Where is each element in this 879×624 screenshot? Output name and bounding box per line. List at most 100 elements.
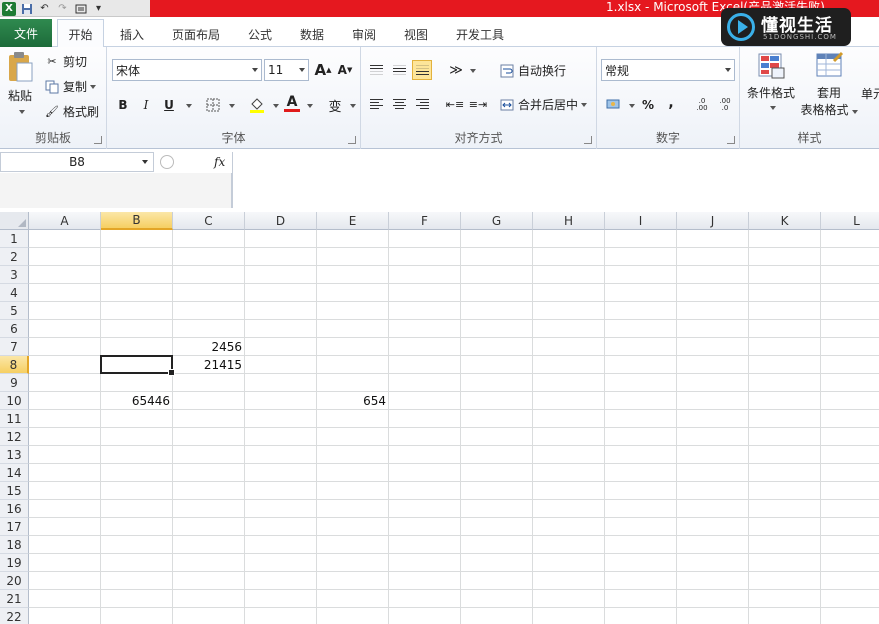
row-header-16[interactable]: 16 xyxy=(0,500,29,518)
row-header-10[interactable]: 10 xyxy=(0,392,29,410)
underline-dropdown-icon[interactable] xyxy=(186,104,192,108)
tab-formulas[interactable]: 公式 xyxy=(238,21,282,47)
font-name-combo[interactable]: 宋体 xyxy=(112,59,262,81)
orientation-dropdown-icon[interactable] xyxy=(470,69,476,73)
row-header-6[interactable]: 6 xyxy=(0,320,29,338)
column-header-d[interactable]: D xyxy=(245,212,317,230)
formula-handle-icon[interactable] xyxy=(160,155,174,169)
column-header-j[interactable]: J xyxy=(677,212,749,230)
number-launcher-icon[interactable] xyxy=(727,136,735,144)
phonetic-button[interactable]: 变 xyxy=(322,95,348,115)
row-header-7[interactable]: 7 xyxy=(0,338,29,356)
number-format-combo[interactable]: 常规 xyxy=(601,59,735,81)
decrease-indent-button[interactable]: ⇤≡ xyxy=(445,94,465,114)
row-header-12[interactable]: 12 xyxy=(0,428,29,446)
tab-insert[interactable]: 插入 xyxy=(110,21,154,47)
column-header-b[interactable]: B xyxy=(101,212,173,230)
comma-button[interactable]: , xyxy=(661,93,681,113)
grow-font-button[interactable]: A ▲ xyxy=(313,60,333,80)
orientation-button[interactable]: ≫ xyxy=(446,60,466,80)
cell-c8[interactable]: 21415 xyxy=(173,356,245,374)
format-as-table-button[interactable]: 套用 表格格式 xyxy=(798,51,860,118)
name-box[interactable]: B8 xyxy=(0,152,154,172)
row-header-4[interactable]: 4 xyxy=(0,284,29,302)
cut-button[interactable]: ✂ 剪切 xyxy=(44,53,87,70)
tab-view[interactable]: 视图 xyxy=(394,21,438,47)
bold-button[interactable]: B xyxy=(113,95,133,115)
conditional-formatting-button[interactable]: 条件格式 xyxy=(745,51,797,110)
increase-indent-button[interactable]: ≡⇥ xyxy=(468,94,488,114)
select-all-corner[interactable] xyxy=(0,212,29,230)
accounting-format-button[interactable] xyxy=(604,95,624,115)
print-preview-icon[interactable] xyxy=(73,2,88,16)
formula-input[interactable] xyxy=(232,152,879,208)
row-header-17[interactable]: 17 xyxy=(0,518,29,536)
tab-review[interactable]: 审阅 xyxy=(342,21,386,47)
column-header-c[interactable]: C xyxy=(173,212,245,230)
align-center-button[interactable] xyxy=(389,94,409,114)
row-header-8[interactable]: 8 xyxy=(0,356,29,374)
cell-b10[interactable]: 65446 xyxy=(101,392,173,410)
column-header-i[interactable]: I xyxy=(605,212,677,230)
column-header-e[interactable]: E xyxy=(317,212,389,230)
wrap-text-button[interactable]: 自动换行 xyxy=(499,62,566,79)
tab-data[interactable]: 数据 xyxy=(290,21,334,47)
underline-button[interactable]: U xyxy=(159,95,179,115)
fill-color-button[interactable] xyxy=(247,95,267,115)
font-size-combo[interactable]: 11 xyxy=(264,59,309,81)
accounting-dropdown-icon[interactable] xyxy=(629,104,635,108)
column-header-l[interactable]: L xyxy=(821,212,879,230)
format-painter-button[interactable]: 🖌 格式刷 xyxy=(44,103,99,120)
row-header-3[interactable]: 3 xyxy=(0,266,29,284)
row-header-2[interactable]: 2 xyxy=(0,248,29,266)
column-header-f[interactable]: F xyxy=(389,212,461,230)
column-header-h[interactable]: H xyxy=(533,212,605,230)
decrease-decimal-button[interactable]: .00 .0 xyxy=(714,95,736,115)
row-header-14[interactable]: 14 xyxy=(0,464,29,482)
row-header-21[interactable]: 21 xyxy=(0,590,29,608)
tab-developer[interactable]: 开发工具 xyxy=(448,21,512,47)
align-bottom-button[interactable] xyxy=(412,60,432,80)
align-right-button[interactable] xyxy=(412,94,432,114)
row-header-1[interactable]: 1 xyxy=(0,230,29,248)
merge-center-button[interactable]: 合并后居中 xyxy=(499,96,588,113)
font-launcher-icon[interactable] xyxy=(348,136,356,144)
shrink-font-button[interactable]: A ▼ xyxy=(335,60,355,80)
redo-icon[interactable]: ↷ xyxy=(55,2,70,16)
row-header-20[interactable]: 20 xyxy=(0,572,29,590)
customize-qat-icon[interactable]: ▾ xyxy=(91,2,106,16)
paste-button[interactable]: 粘贴 xyxy=(4,51,36,114)
font-color-dropdown-icon[interactable] xyxy=(307,104,313,108)
alignment-launcher-icon[interactable] xyxy=(584,136,592,144)
borders-button[interactable] xyxy=(203,95,223,115)
row-header-22[interactable]: 22 xyxy=(0,608,29,624)
increase-decimal-button[interactable]: .0 .00 xyxy=(691,95,713,115)
row-header-13[interactable]: 13 xyxy=(0,446,29,464)
tab-home[interactable]: 开始 xyxy=(57,19,104,48)
row-header-15[interactable]: 15 xyxy=(0,482,29,500)
align-top-button[interactable] xyxy=(366,60,386,80)
borders-dropdown-icon[interactable] xyxy=(229,104,235,108)
active-cell-cursor[interactable] xyxy=(100,355,175,376)
copy-button[interactable]: 复制 xyxy=(44,78,97,95)
align-middle-button[interactable] xyxy=(389,60,409,80)
save-icon[interactable] xyxy=(19,2,34,16)
row-header-11[interactable]: 11 xyxy=(0,410,29,428)
phonetic-dropdown-icon[interactable] xyxy=(350,104,356,108)
tab-file[interactable]: 文件 xyxy=(0,19,52,47)
cell-c7[interactable]: 2456 xyxy=(173,338,245,356)
tab-page-layout[interactable]: 页面布局 xyxy=(165,21,227,47)
row-header-9[interactable]: 9 xyxy=(0,374,29,392)
cell-styles-button[interactable]: 单元 xyxy=(861,85,879,102)
align-left-button[interactable] xyxy=(366,94,386,114)
column-header-a[interactable]: A xyxy=(29,212,101,230)
italic-button[interactable]: I xyxy=(136,95,156,115)
cell-e10[interactable]: 654 xyxy=(317,392,389,410)
column-header-k[interactable]: K xyxy=(749,212,821,230)
percent-button[interactable]: % xyxy=(638,95,658,115)
worksheet-grid[interactable]: A B C D E F G H I J K L 1 2 3 4 5 6 7 8 9 10 11 12 13 14 15 16 17 18 1… xyxy=(0,212,879,624)
fill-color-dropdown-icon[interactable] xyxy=(273,104,279,108)
font-color-button[interactable]: A xyxy=(282,93,302,113)
excel-app-icon[interactable]: X xyxy=(2,1,16,16)
row-header-18[interactable]: 18 xyxy=(0,536,29,554)
